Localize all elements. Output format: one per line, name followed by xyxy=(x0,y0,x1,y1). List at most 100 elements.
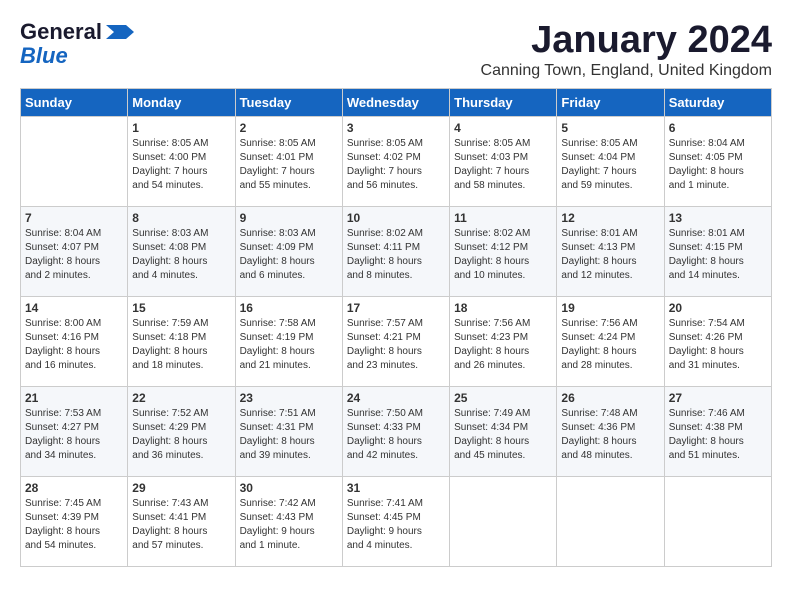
week-row-4: 21Sunrise: 7:53 AM Sunset: 4:27 PM Dayli… xyxy=(21,386,772,476)
cell-content: Sunrise: 7:45 AM Sunset: 4:39 PM Dayligh… xyxy=(25,497,123,553)
cell-content: Sunrise: 7:52 AM Sunset: 4:29 PM Dayligh… xyxy=(132,407,230,463)
day-number: 3 xyxy=(347,121,445,135)
day-number: 2 xyxy=(240,121,338,135)
calendar-cell: 23 Sunrise: 7:51 AM Sunset: 4:31 PM Dayli… xyxy=(235,386,342,476)
calendar-cell: 30Sunrise: 7:42 AM Sunset: 4:43 PM Dayli… xyxy=(235,476,342,566)
cell-content: Sunrise: 8:02 AM Sunset: 4:12 PM Dayligh… xyxy=(454,227,552,283)
header-tuesday: Tuesday xyxy=(235,88,342,116)
day-number: 13 xyxy=(669,211,767,225)
day-number: 4 xyxy=(454,121,552,135)
header-friday: Friday xyxy=(557,88,664,116)
calendar-cell: 2 Sunrise: 8:05 AM Sunset: 4:01 PM Daylig… xyxy=(235,116,342,206)
calendar-cell: 3 Sunrise: 8:05 AM Sunset: 4:02 PM Daylig… xyxy=(342,116,449,206)
header-sunday: Sunday xyxy=(21,88,128,116)
calendar-cell: 16 Sunrise: 7:58 AM Sunset: 4:19 PM Dayli… xyxy=(235,296,342,386)
page-header: General Blue January 2024 Canning Town, … xyxy=(20,20,772,80)
day-number: 5 xyxy=(561,121,659,135)
day-number: 20 xyxy=(669,301,767,315)
cell-content: Sunrise: 7:57 AM Sunset: 4:21 PM Dayligh… xyxy=(347,317,445,373)
cell-content: Sunrise: 7:56 AM Sunset: 4:24 PM Dayligh… xyxy=(561,317,659,373)
cell-content: Sunrise: 7:54 AM Sunset: 4:26 PM Dayligh… xyxy=(669,317,767,373)
calendar-cell xyxy=(21,116,128,206)
week-row-3: 14 Sunrise: 8:00 AM Sunset: 4:16 PM Dayli… xyxy=(21,296,772,386)
logo-icon xyxy=(106,25,134,39)
cell-content: Sunrise: 8:05 AM Sunset: 4:02 PM Dayligh… xyxy=(347,137,445,193)
cell-content: Sunrise: 8:04 AM Sunset: 4:07 PM Dayligh… xyxy=(25,227,123,283)
cell-content: Sunrise: 8:04 AM Sunset: 4:05 PM Dayligh… xyxy=(669,137,767,193)
calendar-cell: 4 Sunrise: 8:05 AM Sunset: 4:03 PM Daylig… xyxy=(450,116,557,206)
calendar-cell: 8 Sunrise: 8:03 AM Sunset: 4:08 PM Daylig… xyxy=(128,206,235,296)
cell-content: Sunrise: 8:01 AM Sunset: 4:15 PM Dayligh… xyxy=(669,227,767,283)
calendar-cell: 27 Sunrise: 7:46 AM Sunset: 4:38 PM Dayli… xyxy=(664,386,771,476)
cell-content: Sunrise: 8:05 AM Sunset: 4:01 PM Dayligh… xyxy=(240,137,338,193)
calendar-cell: 20 Sunrise: 7:54 AM Sunset: 4:26 PM Dayli… xyxy=(664,296,771,386)
calendar-header-row: SundayMondayTuesdayWednesdayThursdayFrid… xyxy=(21,88,772,116)
calendar-cell: 22 Sunrise: 7:52 AM Sunset: 4:29 PM Dayli… xyxy=(128,386,235,476)
day-number: 17 xyxy=(347,301,445,315)
cell-content: Sunrise: 7:53 AM Sunset: 4:27 PM Dayligh… xyxy=(25,407,123,463)
calendar-cell: 26Sunrise: 7:48 AM Sunset: 4:36 PM Dayli… xyxy=(557,386,664,476)
calendar-cell: 28Sunrise: 7:45 AM Sunset: 4:39 PM Dayli… xyxy=(21,476,128,566)
header-thursday: Thursday xyxy=(450,88,557,116)
cell-content: Sunrise: 7:46 AM Sunset: 4:38 PM Dayligh… xyxy=(669,407,767,463)
day-number: 14 xyxy=(25,301,123,315)
location-title: Canning Town, England, United Kingdom xyxy=(481,62,772,80)
calendar-cell: 9 Sunrise: 8:03 AM Sunset: 4:09 PM Daylig… xyxy=(235,206,342,296)
cell-content: Sunrise: 7:58 AM Sunset: 4:19 PM Dayligh… xyxy=(240,317,338,373)
calendar-cell: 19 Sunrise: 7:56 AM Sunset: 4:24 PM Dayli… xyxy=(557,296,664,386)
header-wednesday: Wednesday xyxy=(342,88,449,116)
day-number: 22 xyxy=(132,391,230,405)
day-number: 27 xyxy=(669,391,767,405)
cell-content: Sunrise: 8:02 AM Sunset: 4:11 PM Dayligh… xyxy=(347,227,445,283)
cell-content: Sunrise: 7:56 AM Sunset: 4:23 PM Dayligh… xyxy=(454,317,552,373)
cell-content: Sunrise: 8:05 AM Sunset: 4:04 PM Dayligh… xyxy=(561,137,659,193)
cell-content: Sunrise: 8:01 AM Sunset: 4:13 PM Dayligh… xyxy=(561,227,659,283)
cell-content: Sunrise: 7:42 AM Sunset: 4:43 PM Dayligh… xyxy=(240,497,338,553)
day-number: 29 xyxy=(132,481,230,495)
logo: General Blue xyxy=(20,20,134,68)
calendar-cell: 15Sunrise: 7:59 AM Sunset: 4:18 PM Dayli… xyxy=(128,296,235,386)
cell-content: Sunrise: 7:49 AM Sunset: 4:34 PM Dayligh… xyxy=(454,407,552,463)
day-number: 1 xyxy=(132,121,230,135)
cell-content: Sunrise: 8:05 AM Sunset: 4:00 PM Dayligh… xyxy=(132,137,230,193)
day-number: 8 xyxy=(132,211,230,225)
calendar-cell: 18 Sunrise: 7:56 AM Sunset: 4:23 PM Dayli… xyxy=(450,296,557,386)
day-number: 10 xyxy=(347,211,445,225)
calendar-cell: 1 Sunrise: 8:05 AM Sunset: 4:00 PM Daylig… xyxy=(128,116,235,206)
cell-content: Sunrise: 8:00 AM Sunset: 4:16 PM Dayligh… xyxy=(25,317,123,373)
calendar-cell xyxy=(450,476,557,566)
day-number: 19 xyxy=(561,301,659,315)
calendar-cell: 13 Sunrise: 8:01 AM Sunset: 4:15 PM Dayli… xyxy=(664,206,771,296)
cell-content: Sunrise: 7:50 AM Sunset: 4:33 PM Dayligh… xyxy=(347,407,445,463)
header-saturday: Saturday xyxy=(664,88,771,116)
cell-content: Sunrise: 7:43 AM Sunset: 4:41 PM Dayligh… xyxy=(132,497,230,553)
day-number: 31 xyxy=(347,481,445,495)
calendar-cell: 6Sunrise: 8:04 AM Sunset: 4:05 PM Daylig… xyxy=(664,116,771,206)
title-area: January 2024 Canning Town, England, Unit… xyxy=(481,20,772,80)
cell-content: Sunrise: 8:03 AM Sunset: 4:09 PM Dayligh… xyxy=(240,227,338,283)
calendar-cell: 24 Sunrise: 7:50 AM Sunset: 4:33 PM Dayli… xyxy=(342,386,449,476)
day-number: 25 xyxy=(454,391,552,405)
calendar-cell: 29 Sunrise: 7:43 AM Sunset: 4:41 PM Dayli… xyxy=(128,476,235,566)
calendar-cell: 25 Sunrise: 7:49 AM Sunset: 4:34 PM Dayli… xyxy=(450,386,557,476)
calendar-cell: 12 Sunrise: 8:01 AM Sunset: 4:13 PM Dayli… xyxy=(557,206,664,296)
calendar-cell: 17 Sunrise: 7:57 AM Sunset: 4:21 PM Dayli… xyxy=(342,296,449,386)
day-number: 23 xyxy=(240,391,338,405)
cell-content: Sunrise: 7:51 AM Sunset: 4:31 PM Dayligh… xyxy=(240,407,338,463)
calendar-cell: 7Sunrise: 8:04 AM Sunset: 4:07 PM Daylig… xyxy=(21,206,128,296)
day-number: 24 xyxy=(347,391,445,405)
day-number: 18 xyxy=(454,301,552,315)
calendar-table: SundayMondayTuesdayWednesdayThursdayFrid… xyxy=(20,88,772,567)
week-row-5: 28Sunrise: 7:45 AM Sunset: 4:39 PM Dayli… xyxy=(21,476,772,566)
day-number: 16 xyxy=(240,301,338,315)
day-number: 9 xyxy=(240,211,338,225)
month-title: January 2024 xyxy=(481,20,772,62)
cell-content: Sunrise: 8:05 AM Sunset: 4:03 PM Dayligh… xyxy=(454,137,552,193)
day-number: 12 xyxy=(561,211,659,225)
calendar-cell: 31Sunrise: 7:41 AM Sunset: 4:45 PM Dayli… xyxy=(342,476,449,566)
cell-content: Sunrise: 8:03 AM Sunset: 4:08 PM Dayligh… xyxy=(132,227,230,283)
calendar-cell xyxy=(664,476,771,566)
cell-content: Sunrise: 7:59 AM Sunset: 4:18 PM Dayligh… xyxy=(132,317,230,373)
calendar-cell: 5 Sunrise: 8:05 AM Sunset: 4:04 PM Daylig… xyxy=(557,116,664,206)
logo-blue-text: Blue xyxy=(20,44,68,68)
